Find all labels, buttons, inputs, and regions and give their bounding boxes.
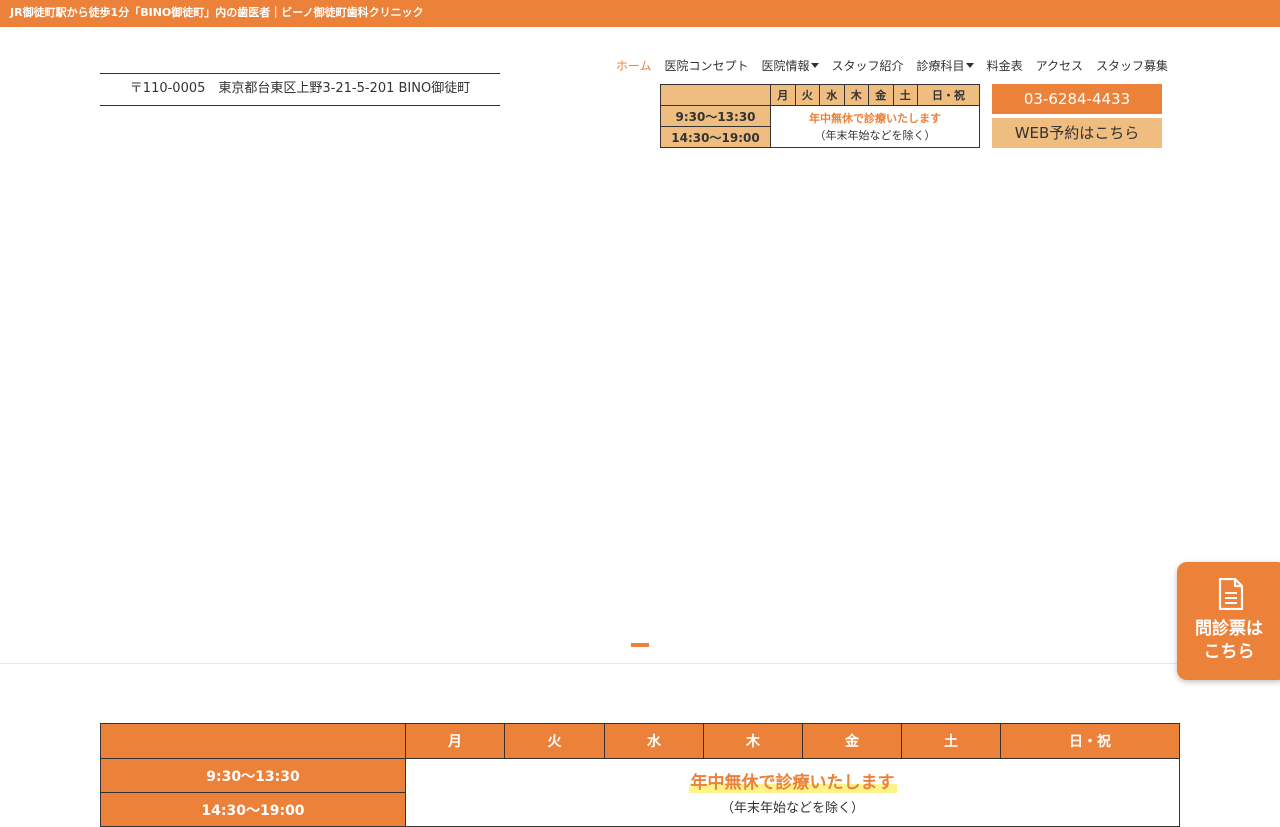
day-header: 木 (703, 723, 803, 759)
time-slot: 14:30〜19:00 (660, 126, 771, 148)
day-header: 火 (504, 723, 605, 759)
day-header: 金 (868, 84, 894, 106)
clinic-address: 〒110-0005 東京都台東区上野3-21-5-201 BINO御徒町 (100, 73, 500, 106)
main-nav: ホーム 医院コンセプト 医院情報 スタッフ紹介 診療科目 料金表 アクセス スタ… (616, 57, 1168, 74)
caret-down-icon (810, 63, 819, 68)
web-reservation-button[interactable]: WEB予約はこちら (992, 118, 1162, 148)
exception-text: （年末年始などを除く） (814, 128, 936, 142)
schedule-note: 年中無休で診療いたします （年末年始などを除く） (770, 105, 980, 148)
time-slot: 9:30〜13:30 (660, 105, 771, 127)
day-header: 月 (770, 84, 796, 106)
time-slot: 9:30〜13:30 (100, 758, 406, 793)
open-all-year-text: 年中無休で診療いたします (809, 111, 941, 125)
questionnaire-label: 問診票は こちら (1195, 619, 1263, 662)
nav-item-staff[interactable]: スタッフ紹介 (832, 57, 904, 74)
header-schedule-table: 月 火 水 木 金 土 日・祝 9:30〜13:30 年中無休で診療いたします … (660, 84, 980, 148)
day-header: 日・祝 (917, 84, 980, 106)
nav-item-clinic-info[interactable]: 医院情報 (762, 57, 819, 74)
slider-dot-active[interactable] (631, 643, 649, 647)
day-header: 土 (901, 723, 1001, 759)
schedule-corner (660, 84, 771, 106)
day-header: 火 (794, 84, 820, 106)
day-header: 木 (843, 84, 869, 106)
main-schedule-table: 月 火 水 木 金 土 日・祝 9:30〜13:30 年中無休で診療いたします … (100, 723, 1180, 827)
nav-item-recruit[interactable]: スタッフ募集 (1096, 57, 1168, 74)
open-all-year-text: 年中無休で診療いたします (688, 773, 897, 793)
nav-item-concept[interactable]: 医院コンセプト (665, 57, 749, 74)
nav-item-treatments[interactable]: 診療科目 (917, 57, 974, 74)
time-slot: 14:30〜19:00 (100, 792, 406, 827)
schedule-note: 年中無休で診療いたします （年末年始などを除く） (405, 758, 1180, 827)
hero-slider (0, 160, 1280, 664)
document-icon (1218, 578, 1244, 610)
day-header: 土 (892, 84, 918, 106)
questionnaire-tab[interactable]: 問診票は こちら (1177, 562, 1280, 680)
day-header: 水 (604, 723, 704, 759)
day-header: 水 (819, 84, 845, 106)
caret-down-icon (965, 63, 974, 68)
day-header: 日・祝 (1000, 723, 1180, 759)
phone-button[interactable]: 03-6284-4433 (992, 84, 1162, 114)
day-header: 金 (802, 723, 902, 759)
nav-item-home[interactable]: ホーム (616, 57, 652, 74)
nav-item-access[interactable]: アクセス (1036, 57, 1083, 74)
schedule-corner (100, 723, 406, 759)
top-banner: JR御徒町駅から徒歩1分「BINO御徒町」内の歯医者｜ビーノ御徒町歯科クリニック (0, 0, 1280, 27)
nav-item-fees[interactable]: 料金表 (987, 57, 1023, 74)
day-header: 月 (405, 723, 505, 759)
